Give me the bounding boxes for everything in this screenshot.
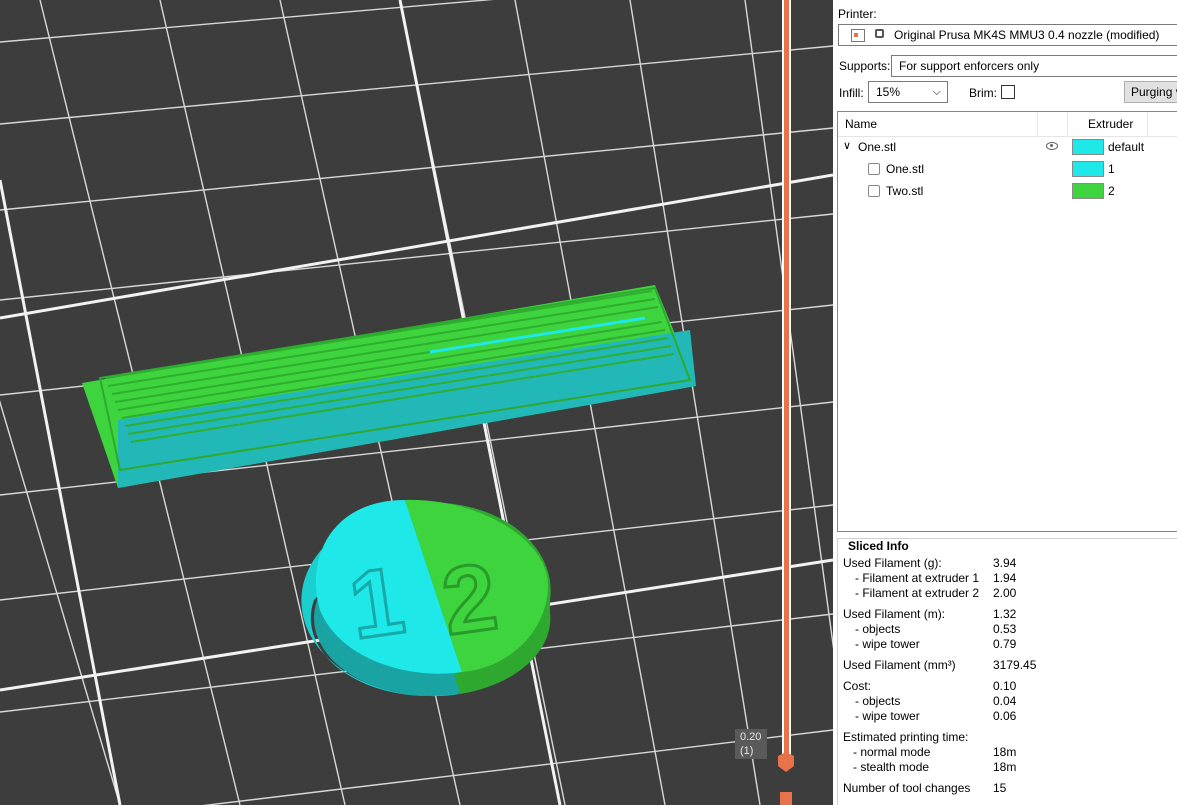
info-key: Number of tool changes <box>843 781 971 795</box>
info-key: - stealth mode <box>853 760 930 774</box>
column-header-visibility[interactable] <box>1038 112 1068 136</box>
info-key: - normal mode <box>853 745 931 759</box>
settings-sidebar: Printer: Original Prusa MK4S MMU3 0.4 no… <box>833 0 1177 805</box>
wipe-tower-preview <box>82 285 696 488</box>
info-key: Used Filament (m): <box>843 607 946 621</box>
info-key: - wipe tower <box>855 709 920 723</box>
3d-preview-viewport[interactable]: 1 2 0.20 (1) <box>0 0 833 805</box>
info-value: 3179.45 <box>993 658 1037 672</box>
info-row: Cost: 0.10 <box>843 679 1173 694</box>
info-value: 0.04 <box>993 694 1017 708</box>
info-value: 0.10 <box>993 679 1017 693</box>
info-row: - Filament at extruder 2 2.00 <box>843 586 1173 601</box>
info-value: 0.06 <box>993 709 1017 723</box>
extruder-color-swatch[interactable] <box>1072 161 1104 177</box>
supports-label: Supports: <box>839 59 891 73</box>
object-list[interactable]: Name Extruder ∨ One.stl default One.stl … <box>837 111 1177 532</box>
infill-select[interactable]: 15% ⌵ <box>868 81 948 103</box>
extruder-value: 1 <box>1108 162 1115 176</box>
part-name: One.stl <box>886 162 925 176</box>
info-row: Number of tool changes 15 <box>843 781 1173 796</box>
info-key: Used Filament (mm³) <box>843 658 956 672</box>
extruder-value: 2 <box>1108 184 1115 198</box>
info-row: - objects 0.53 <box>843 622 1173 637</box>
coin-object-preview: 1 2 <box>301 499 551 697</box>
info-row: Estimated printing time: <box>843 730 1173 745</box>
extruder-color-swatch[interactable] <box>1072 183 1104 199</box>
part-icon <box>868 185 880 197</box>
info-row: - wipe tower 0.06 <box>843 709 1173 724</box>
info-key: Cost: <box>843 679 872 693</box>
brim-checkbox[interactable] <box>1001 85 1015 99</box>
part-row-one[interactable]: One.stl 1 <box>838 158 1177 180</box>
eye-icon[interactable] <box>1046 142 1058 150</box>
chevron-down-icon: ⌵ <box>932 86 941 98</box>
info-value: 3.94 <box>993 556 1017 570</box>
supports-select[interactable]: For support enforcers only <box>891 55 1177 77</box>
info-value: 0.79 <box>993 637 1017 651</box>
object-row-one[interactable]: ∨ One.stl default <box>838 136 1177 158</box>
printer-select[interactable]: Original Prusa MK4S MMU3 0.4 nozzle (mod… <box>838 24 1177 46</box>
info-key: - Filament at extruder 1 <box>855 571 980 585</box>
info-key: Estimated printing time: <box>843 730 969 744</box>
printer-settings-icon <box>851 29 865 42</box>
info-row: - wipe tower 0.79 <box>843 637 1173 652</box>
infill-label: Infill: <box>839 86 864 100</box>
info-row: Used Filament (mm³) 3179.45 <box>843 658 1173 673</box>
printer-value: Original Prusa MK4S MMU3 0.4 nozzle (mod… <box>894 28 1160 42</box>
extruder-value: default <box>1108 140 1145 154</box>
object-name: One.stl <box>858 140 897 154</box>
infill-value: 15% <box>876 85 901 99</box>
supports-value: For support enforcers only <box>899 59 1040 73</box>
layer-height-label: 0.20 (1) <box>735 729 767 759</box>
column-header-extruder[interactable]: Extruder <box>1068 112 1148 136</box>
info-key: - objects <box>855 694 901 708</box>
info-value: 0.53 <box>993 622 1017 636</box>
print-bed-scene: 1 2 <box>0 0 833 805</box>
info-key: - Filament at extruder 2 <box>855 586 980 600</box>
info-row: Used Filament (g): 3.94 <box>843 556 1173 571</box>
sliced-info-title: Sliced Info <box>846 539 911 553</box>
sliced-info-panel: Sliced Info Used Filament (g): 3.94 - Fil… <box>837 538 1177 805</box>
layer-index-value: (1) <box>740 745 754 757</box>
info-row: - Filament at extruder 1 1.94 <box>843 571 1173 586</box>
info-row: - stealth mode 18m <box>843 760 1173 775</box>
layer-slider <box>778 0 794 805</box>
info-value: 1.94 <box>993 571 1017 585</box>
extruder-color-swatch[interactable] <box>1072 139 1104 155</box>
brim-label: Brim: <box>969 86 997 100</box>
info-row: - normal mode 18m <box>843 745 1173 760</box>
info-key: Used Filament (g): <box>843 556 942 570</box>
lock-icon <box>875 29 884 38</box>
info-value: 15 <box>993 781 1007 795</box>
info-key: - wipe tower <box>855 637 920 651</box>
info-value: 18m <box>993 745 1017 759</box>
part-icon <box>868 163 880 175</box>
chevron-down-icon[interactable]: ∨ <box>843 139 851 152</box>
printer-label: Printer: <box>838 7 877 21</box>
layer-height-value: 0.20 <box>740 731 762 743</box>
info-value: 1.32 <box>993 607 1017 621</box>
info-value: 18m <box>993 760 1017 774</box>
info-row: Used Filament (m): 1.32 <box>843 607 1173 622</box>
info-row: - objects 0.04 <box>843 694 1173 709</box>
info-value: 2.00 <box>993 586 1017 600</box>
purging-volumes-button[interactable]: Purging v <box>1124 81 1177 103</box>
column-header-name[interactable]: Name <box>838 112 1038 136</box>
info-key: - objects <box>855 622 901 636</box>
part-row-two[interactable]: Two.stl 2 <box>838 180 1177 202</box>
part-name: Two.stl <box>886 184 924 198</box>
